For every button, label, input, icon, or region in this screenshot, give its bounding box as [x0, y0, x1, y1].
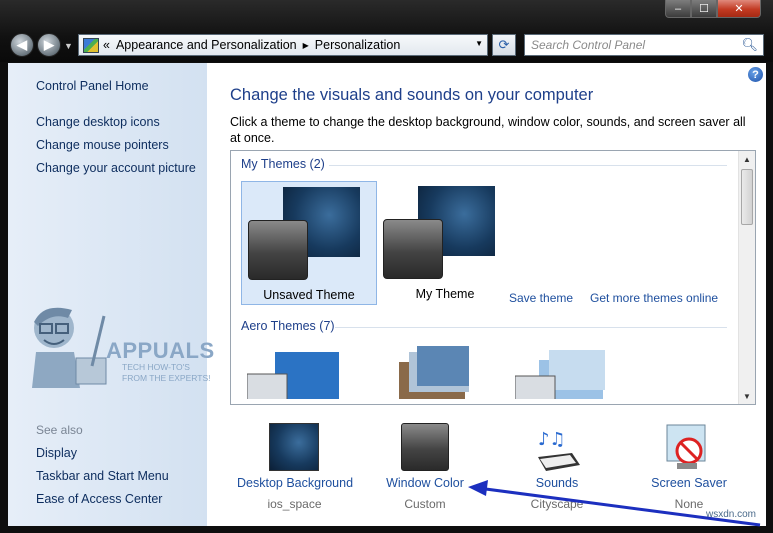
theme-name: My Theme	[415, 287, 475, 301]
window-color-icon[interactable]	[401, 423, 449, 471]
close-button[interactable]: ✕	[717, 0, 761, 18]
sounds-icon[interactable]: ♪♫	[532, 423, 582, 478]
characters-theme-thumbnail-icon	[514, 350, 605, 401]
refresh-button[interactable]: ⟳	[492, 34, 516, 56]
theme-list-scrollbar[interactable]: ▲ ▼	[738, 151, 755, 404]
get-more-themes-link[interactable]: Get more themes online	[590, 291, 718, 305]
breadcrumb-personalization[interactable]: Personalization	[315, 38, 400, 52]
theme-window-color-swatch	[248, 220, 308, 280]
change-account-picture-link[interactable]: Change your account picture	[36, 161, 196, 175]
ease-of-access-link[interactable]: Ease of Access Center	[36, 492, 162, 506]
title-bar: – ☐ ✕ ◀ ▶ ▼ « Appearance and Personaliza…	[0, 0, 773, 62]
search-input[interactable]: Search Control Panel 🔍︎	[524, 34, 764, 56]
control-panel-home-link[interactable]: Control Panel Home	[36, 79, 149, 93]
aero-theme-thumbnail[interactable]	[379, 344, 471, 402]
control-panel-icon	[83, 37, 99, 53]
aero-themes-heading: Aero Themes (7)	[241, 319, 335, 333]
desktop-background-link[interactable]: Desktop Background	[237, 476, 353, 490]
desktop-background-icon[interactable]	[269, 423, 319, 471]
appuals-logo: APPUALS TECH HOW-TO'S FROM THE EXPERTS!	[14, 296, 214, 396]
minimize-button[interactable]: –	[665, 0, 691, 18]
recent-pages-dropdown-icon[interactable]: ▼	[64, 41, 73, 51]
change-mouse-pointers-link[interactable]: Change mouse pointers	[36, 138, 169, 152]
breadcrumb-separator-icon[interactable]: ▶	[303, 41, 309, 50]
sidebar: Control Panel Home Change desktop icons …	[8, 63, 214, 526]
my-themes-heading: My Themes (2)	[241, 157, 325, 171]
aero-theme-thumbnail[interactable]	[514, 344, 607, 401]
search-icon[interactable]: 🔍︎	[741, 37, 758, 53]
architecture-theme-thumbnail-icon	[399, 346, 469, 402]
help-icon[interactable]: ?	[748, 67, 763, 82]
logo-tagline: TECH HOW-TO'S FROM THE EXPERTS!	[122, 362, 211, 383]
address-dropdown-icon[interactable]: ▼	[475, 39, 483, 48]
display-link[interactable]: Display	[36, 446, 77, 460]
svg-text:♪♫: ♪♫	[538, 429, 566, 450]
theme-window-color-swatch	[383, 219, 443, 279]
main-panel: ? Change the visuals and sounds on your …	[207, 63, 766, 526]
window-color-value: Custom	[404, 497, 446, 511]
search-placeholder: Search Control Panel	[531, 38, 646, 52]
page-title: Change the visuals and sounds on your co…	[230, 86, 594, 104]
theme-tile-my-theme[interactable]: My Theme	[377, 181, 513, 305]
screen-saver-link[interactable]: Screen Saver	[647, 476, 731, 490]
theme-tile-unsaved[interactable]: Unsaved Theme	[241, 181, 377, 305]
scroll-down-icon[interactable]: ▼	[739, 388, 755, 404]
scroll-thumb[interactable]	[741, 169, 753, 225]
group-divider	[335, 327, 727, 328]
scroll-up-icon[interactable]: ▲	[739, 151, 755, 167]
screen-saver-icon[interactable]	[663, 423, 711, 478]
address-overflow-chevron[interactable]: «	[103, 38, 110, 52]
change-desktop-icons-link[interactable]: Change desktop icons	[36, 115, 160, 129]
windows-theme-thumbnail-icon	[246, 352, 339, 404]
taskbar-start-menu-link[interactable]: Taskbar and Start Menu	[36, 469, 169, 483]
theme-list[interactable]: My Themes (2) Unsaved Theme My Theme Sav…	[230, 150, 756, 405]
window-color-link[interactable]: Window Color	[372, 476, 478, 490]
page-description: Click a theme to change the desktop back…	[230, 115, 746, 145]
aero-theme-thumbnail[interactable]	[246, 344, 339, 404]
save-theme-link[interactable]: Save theme	[509, 291, 573, 305]
back-button[interactable]: ◀	[10, 33, 34, 57]
forward-button[interactable]: ▶	[37, 33, 61, 57]
maximize-button[interactable]: ☐	[691, 0, 717, 18]
theme-name: Unsaved Theme	[263, 288, 355, 302]
logo-brand-text: APPUALS	[106, 338, 215, 363]
group-divider	[329, 165, 727, 166]
sounds-value: Cityscape	[530, 497, 584, 511]
sounds-link[interactable]: Sounds	[522, 476, 592, 490]
address-bar[interactable]: « Appearance and Personalization ▶ Perso…	[78, 34, 488, 56]
window-frame: – ☐ ✕ ◀ ▶ ▼ « Appearance and Personaliza…	[0, 0, 773, 533]
client-area: Control Panel Home Change desktop icons …	[8, 63, 766, 526]
breadcrumb-appearance[interactable]: Appearance and Personalization	[116, 38, 297, 52]
watermark: wsxdn.com	[705, 509, 756, 520]
desktop-background-value: ios_space	[267, 497, 322, 511]
window-controls: – ☐ ✕	[665, 0, 761, 18]
see-also-heading: See also	[36, 423, 83, 437]
